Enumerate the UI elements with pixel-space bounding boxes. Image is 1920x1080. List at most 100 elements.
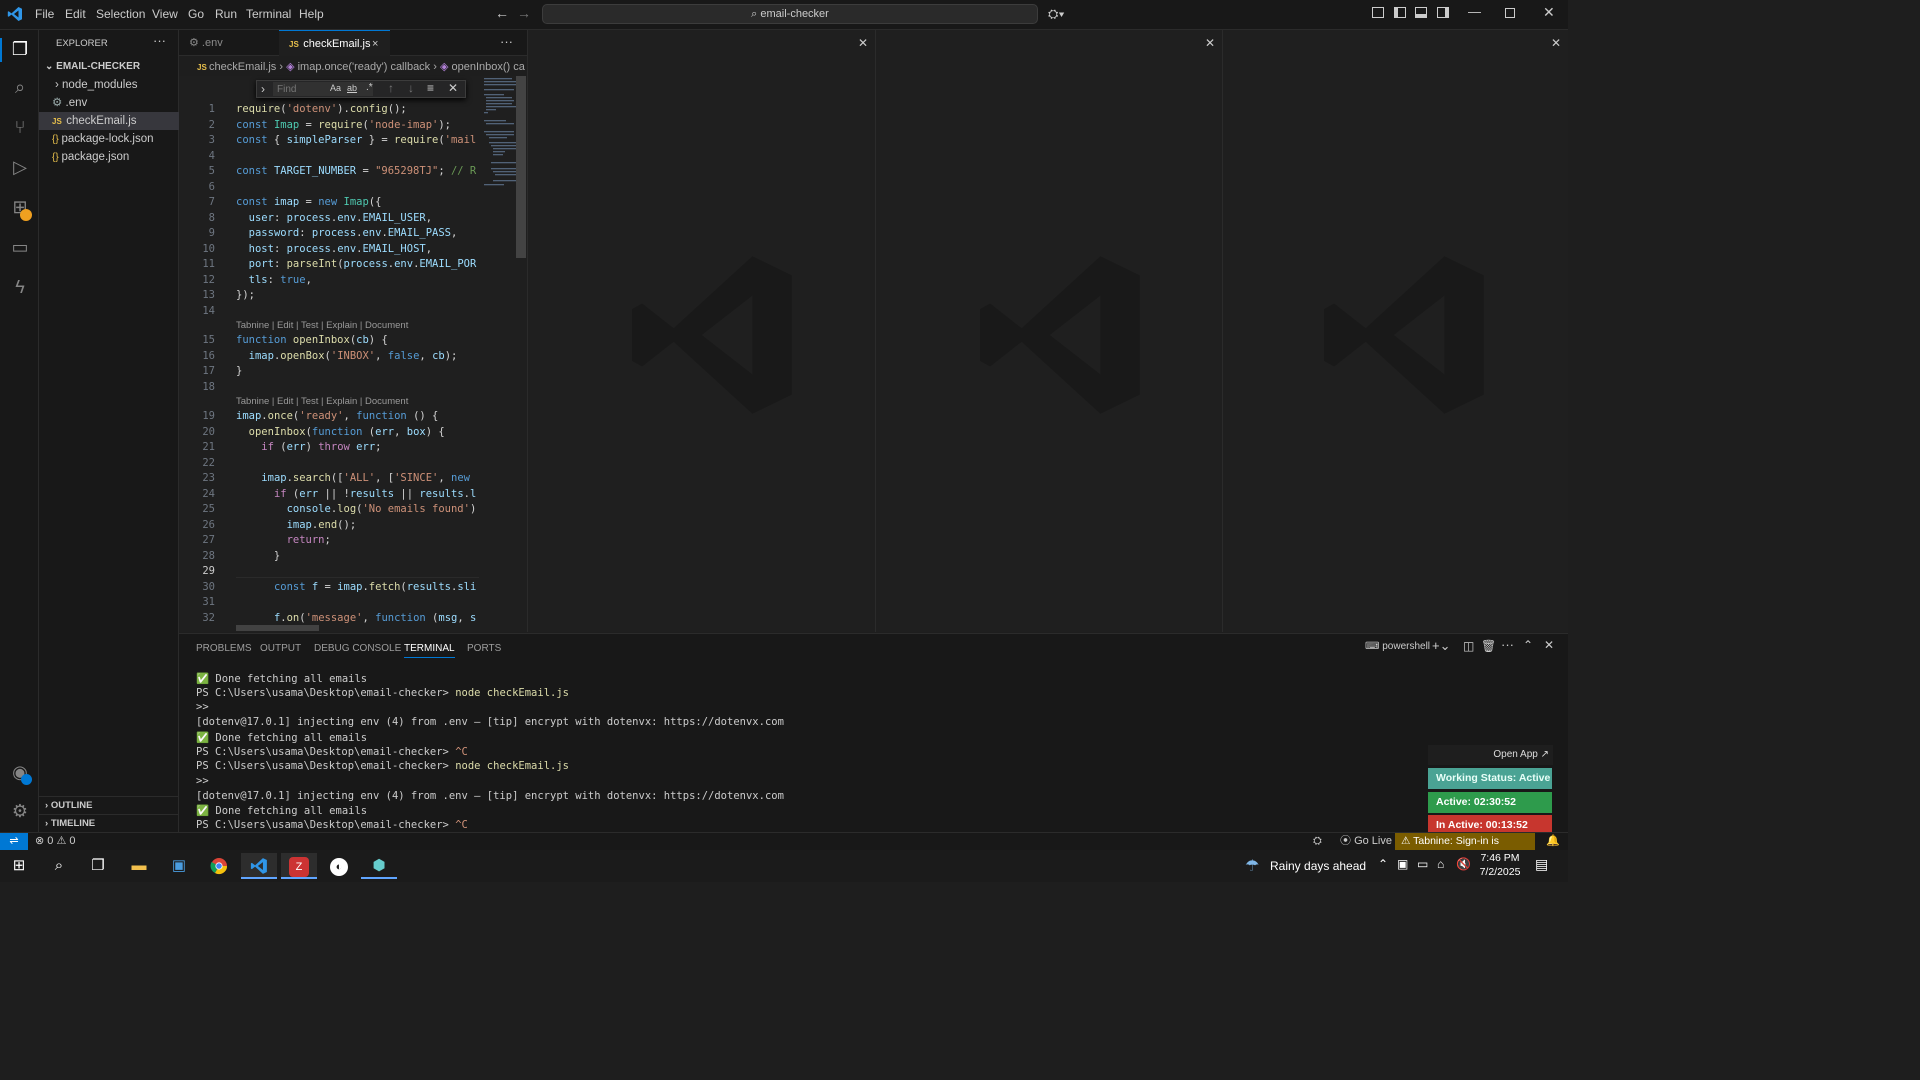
app-icon[interactable]: ◐ xyxy=(321,853,357,879)
breadcrumb-scope[interactable]: openInbox() ca xyxy=(452,61,525,73)
close-panel-icon[interactable]: ✕ xyxy=(1544,638,1554,652)
trash-icon[interactable]: 🗑 xyxy=(1481,639,1496,653)
tab-ports[interactable]: PORTS xyxy=(467,643,501,654)
match-case-toggle[interactable]: Aa xyxy=(330,83,341,93)
tabnine-status[interactable]: ⚠ Tabnine: Sign-in is required xyxy=(1395,833,1535,864)
close-window-icon[interactable]: ✕ xyxy=(1543,4,1555,21)
tabnine-codelens[interactable]: Tabnine | Edit | Test | Explain | Docume… xyxy=(236,396,408,407)
menu-run[interactable]: Run xyxy=(215,7,237,21)
minimize-icon[interactable]: — xyxy=(1468,4,1481,19)
close-find-icon[interactable]: ✕ xyxy=(448,81,458,95)
timeline-section[interactable]: › TIMELINE xyxy=(39,814,179,832)
lightning-icon[interactable]: ϟ xyxy=(9,276,31,298)
terminal-shell-selector[interactable]: ⌨ powershell xyxy=(1365,641,1430,652)
search-icon[interactable]: ⌕ xyxy=(9,76,31,98)
chrome-icon[interactable] xyxy=(201,853,237,879)
toggle-panel-icon[interactable] xyxy=(1415,7,1427,18)
tab-output[interactable]: OUTPUT xyxy=(260,643,301,654)
regex-toggle[interactable]: .* xyxy=(366,82,373,93)
tree-item-checkemail[interactable]: JS checkEmail.js xyxy=(39,112,179,130)
toggle-sidebar-icon[interactable] xyxy=(1372,7,1384,18)
source-control-icon[interactable]: ⑂ xyxy=(9,116,31,138)
command-center-search[interactable]: ⌕ email-checker xyxy=(542,4,1038,24)
outline-section[interactable]: › OUTLINE xyxy=(39,796,179,814)
restore-icon[interactable] xyxy=(1505,8,1515,18)
maximize-panel-icon[interactable]: ⌃ xyxy=(1523,638,1533,652)
tab-label: .env xyxy=(201,37,223,49)
menu-file[interactable]: File xyxy=(35,7,54,21)
clock-date[interactable]: 7/2/2025 xyxy=(1478,866,1522,878)
more-actions-icon[interactable]: ··· xyxy=(1501,637,1514,652)
toggle-secondary-sidebar-icon[interactable] xyxy=(1437,7,1449,18)
menu-selection[interactable]: Selection xyxy=(96,7,145,21)
close-pane-icon[interactable]: ✕ xyxy=(858,36,868,50)
notifications-bell-icon[interactable]: 🔔 xyxy=(1546,833,1560,850)
tabnine-codelens[interactable]: Tabnine | Edit | Test | Explain | Docume… xyxy=(236,320,408,331)
match-word-toggle[interactable]: ab xyxy=(347,83,357,93)
tab-checkemail[interactable]: JS checkEmail.js × xyxy=(279,30,390,56)
tree-item-package-lock[interactable]: {} package-lock.json xyxy=(39,130,179,148)
forward-arrow-icon[interactable]: → xyxy=(517,5,531,21)
problems-indicator[interactable]: ⊗ 0 ⚠ 0 xyxy=(35,833,76,850)
close-tab-icon[interactable]: × xyxy=(372,31,378,57)
tree-item-package[interactable]: {} package.json xyxy=(39,148,179,166)
copilot-status-icon[interactable]: ⛭ xyxy=(1313,833,1322,850)
find-input[interactable] xyxy=(273,82,373,96)
more-actions-icon[interactable]: ··· xyxy=(500,34,513,49)
project-folder[interactable]: ⌄ EMAIL-CHECKER xyxy=(39,58,179,76)
zoom-taskbar-icon[interactable]: Z xyxy=(281,853,317,879)
menu-edit[interactable]: Edit xyxy=(65,7,86,21)
network-icon[interactable]: ⌂ xyxy=(1437,857,1444,871)
minimap[interactable] xyxy=(479,76,527,632)
settings-gear-icon[interactable]: ⚙ xyxy=(9,800,31,822)
menu-help[interactable]: Help xyxy=(299,7,324,21)
windows-start-icon[interactable]: ⊞ xyxy=(1,853,37,879)
tray-chevron-icon[interactable]: ⌃ xyxy=(1378,857,1388,871)
code-line: if (err || !results || results.l xyxy=(273,487,477,500)
remote-explorer-icon[interactable]: ▭ xyxy=(9,236,31,258)
minimap-slider[interactable] xyxy=(516,76,526,258)
tray-app-icon[interactable]: ▣ xyxy=(1397,857,1408,871)
menu-go[interactable]: Go xyxy=(188,7,204,21)
code-editor[interactable]: 1 require('dotenv').config(); 2 const Imap … xyxy=(179,76,527,632)
tab-terminal[interactable]: TERMINAL xyxy=(404,643,455,658)
store-icon[interactable]: ▣ xyxy=(161,853,197,879)
go-live-button[interactable]: ⦿ Go Live xyxy=(1340,833,1392,850)
vscode-taskbar-icon[interactable] xyxy=(241,853,277,879)
volume-muted-icon[interactable]: 🔇 xyxy=(1456,857,1471,871)
explorer-icon[interactable]: ❐ xyxy=(9,38,31,60)
notification-center-icon[interactable]: ▤ xyxy=(1535,856,1548,873)
battery-icon[interactable]: ▭ xyxy=(1417,857,1428,871)
previous-match-icon[interactable]: ↑ xyxy=(388,81,394,95)
split-terminal-icon[interactable]: ◫ xyxy=(1463,639,1474,653)
tab-problems[interactable]: PROBLEMS xyxy=(196,643,252,654)
horizontal-scrollbar[interactable] xyxy=(236,625,319,631)
toggle-primary-sidebar-icon[interactable] xyxy=(1394,7,1406,18)
tree-item-env[interactable]: ⚙ .env xyxy=(39,94,179,112)
search-icon[interactable]: ⌕ xyxy=(41,853,77,879)
tracker-app-icon[interactable]: ⬢ xyxy=(361,853,397,879)
tree-item-node-modules[interactable]: › node_modules xyxy=(39,76,179,94)
copilot-icon[interactable]: ⛭▾ xyxy=(1048,6,1065,22)
task-view-icon[interactable]: ❐ xyxy=(80,853,116,879)
remote-indicator-icon[interactable]: ⇌ xyxy=(0,833,28,850)
close-pane-icon[interactable]: ✕ xyxy=(1551,36,1561,50)
more-actions-icon[interactable]: ··· xyxy=(153,33,166,48)
back-arrow-icon[interactable]: ← xyxy=(495,5,509,21)
open-app-button[interactable]: Open App ↗ xyxy=(1428,745,1553,765)
tab-debug-console[interactable]: DEBUG CONSOLE xyxy=(314,643,401,654)
breadcrumb-scope[interactable]: imap.once('ready') callback xyxy=(298,61,431,73)
close-pane-icon[interactable]: ✕ xyxy=(1205,36,1215,50)
next-match-icon[interactable]: ↓ xyxy=(408,81,414,95)
tab-env[interactable]: ⚙ .env xyxy=(179,30,279,56)
find-in-selection-icon[interactable]: ≡ xyxy=(427,81,434,95)
run-debug-icon[interactable]: ▷ xyxy=(9,156,31,178)
weather-text[interactable]: Rainy days ahead xyxy=(1270,859,1366,873)
menu-terminal[interactable]: Terminal xyxy=(246,7,291,21)
toggle-replace-icon[interactable]: › xyxy=(261,82,265,96)
breadcrumb-file[interactable]: checkEmail.js xyxy=(209,61,276,73)
menu-view[interactable]: View xyxy=(152,7,178,21)
clock-time[interactable]: 7:46 PM xyxy=(1480,852,1520,864)
file-explorer-icon[interactable]: ▬ xyxy=(121,853,157,879)
new-terminal-icon[interactable]: +⌄ xyxy=(1432,638,1450,654)
